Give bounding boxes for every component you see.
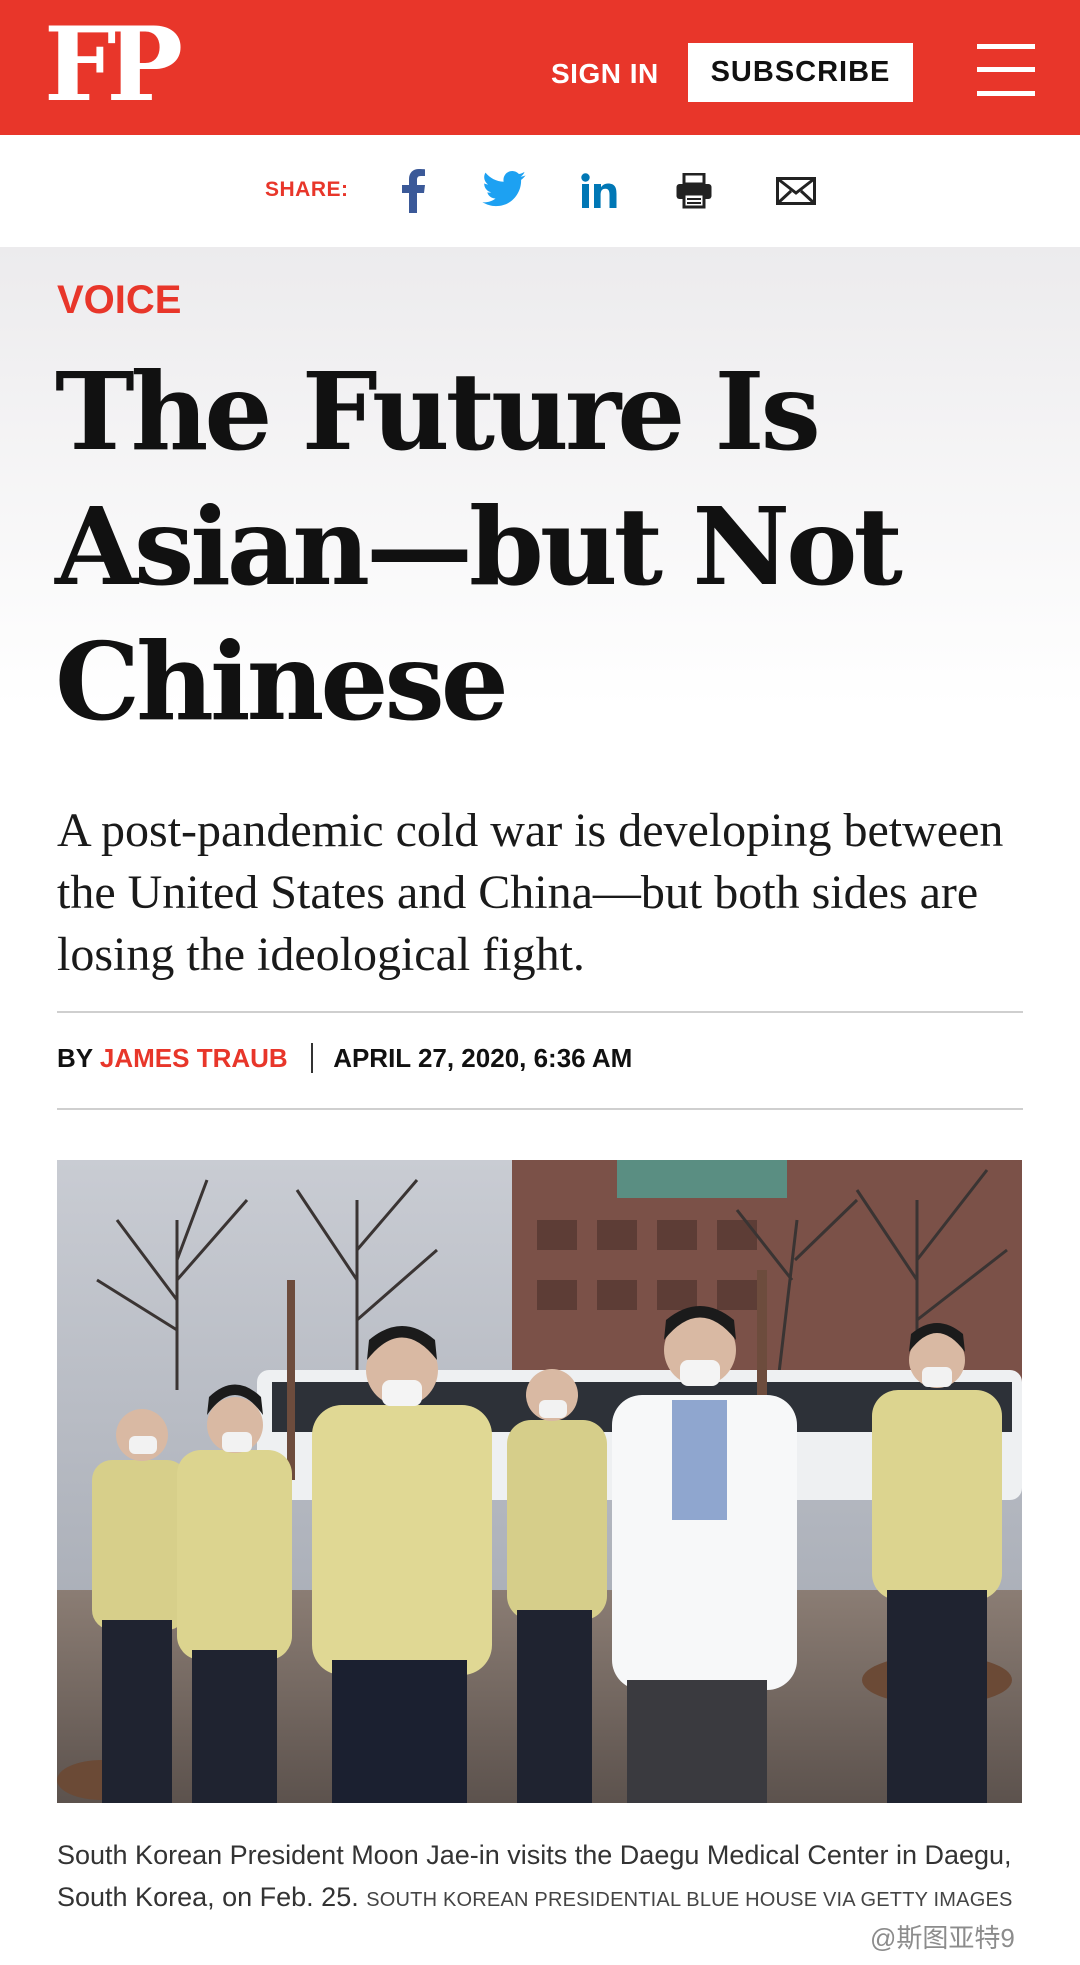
divider xyxy=(57,1011,1023,1013)
top-bar: FP SIGN IN SUBSCRIBE xyxy=(0,0,1080,135)
watermark: @斯图亚特9 xyxy=(870,1923,1015,1953)
photo-caption: South Korean President Moon Jae-in visit… xyxy=(57,1834,1037,1921)
divider xyxy=(57,1108,1023,1110)
share-label: SHARE: xyxy=(265,178,349,201)
hamburger-menu-icon[interactable] xyxy=(977,44,1035,96)
byline-separator xyxy=(310,1043,313,1073)
email-icon[interactable] xyxy=(776,177,816,205)
article-dek: A post-pandemic cold war is developing b… xyxy=(57,804,1004,981)
byline-prefix: BY xyxy=(57,1043,93,1073)
publish-date: APRIL 27, 2020, 6:36 AM xyxy=(333,1043,633,1073)
linkedin-icon[interactable] xyxy=(581,173,619,209)
byline: BY JAMES TRAUB APRIL 27, 2020, 6:36 AM xyxy=(57,1043,632,1074)
article-headline: The Future Is Asian—but Not Chinese xyxy=(55,350,903,745)
section-label[interactable]: VOICE xyxy=(57,278,181,323)
twitter-icon[interactable] xyxy=(482,171,526,207)
subscribe-button[interactable]: SUBSCRIBE xyxy=(688,43,913,102)
facebook-icon[interactable] xyxy=(400,169,426,213)
print-icon[interactable] xyxy=(675,173,713,209)
article-photo xyxy=(57,1160,1022,1803)
share-bar: SHARE: xyxy=(0,135,1080,249)
sign-in-link[interactable]: SIGN IN xyxy=(551,58,659,90)
photo-credit: SOUTH KOREAN PRESIDENTIAL BLUE HOUSE VIA… xyxy=(366,1889,1013,1911)
fp-logo[interactable]: FP xyxy=(44,14,183,116)
author-link[interactable]: JAMES TRAUB xyxy=(100,1043,288,1073)
